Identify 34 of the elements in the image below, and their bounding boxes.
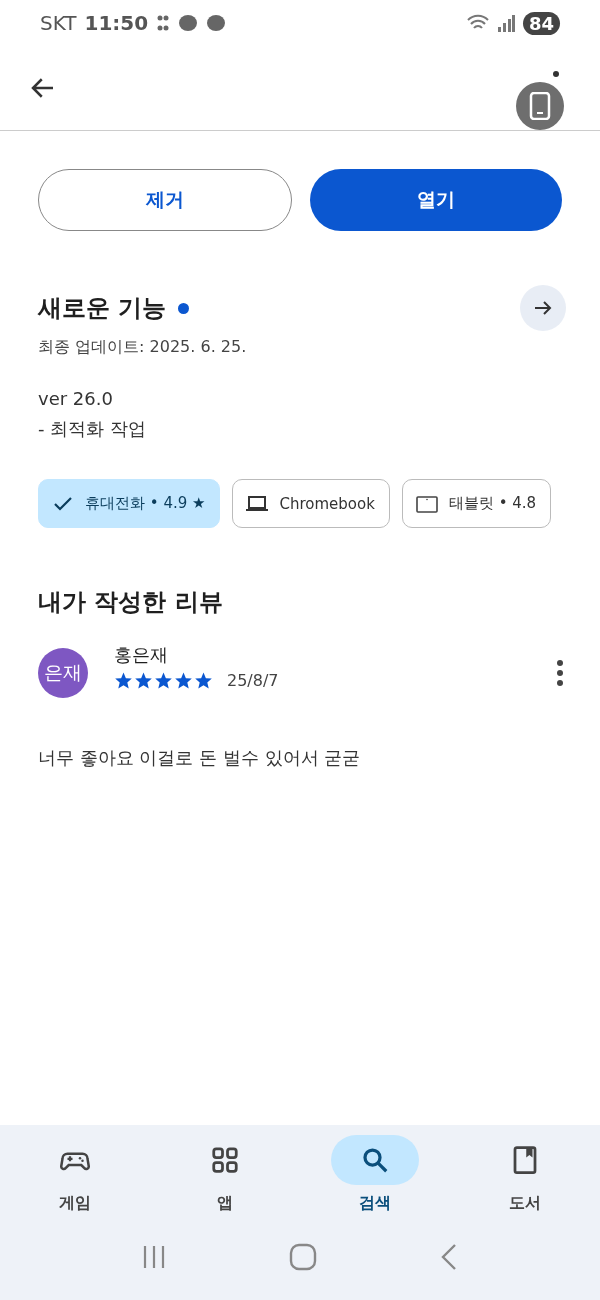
dot-icon[interactable] <box>552 70 560 78</box>
release-note: ver 26.0 <box>38 388 114 409</box>
nav-tab[interactable]: 검색 <box>300 1135 450 1214</box>
avatar: 은재 <box>38 648 88 698</box>
more-options-icon[interactable] <box>556 659 564 687</box>
open-button[interactable]: 열기 <box>310 169 562 231</box>
review-text: 너무 좋아요 이걸로 돈 벌수 있어서 굳굳 <box>37 746 362 770</box>
home-icon[interactable] <box>289 1243 317 1271</box>
dots-icon <box>156 13 171 33</box>
chat-bubble-icon <box>178 14 199 32</box>
release-note: - 최적화 작업 <box>38 417 147 441</box>
section-title: 내가 작성한 리뷰 <box>37 587 224 618</box>
nav-tab[interactable]: 앱 <box>150 1135 300 1214</box>
clock: 11:50 <box>84 11 149 35</box>
apps-grid-icon <box>210 1145 240 1175</box>
chat-bubble-icon <box>206 14 227 32</box>
search-icon <box>360 1145 390 1175</box>
review-date: 25/8/7 <box>227 670 279 690</box>
signal-icon <box>496 13 515 33</box>
device-chip[interactable]: Chromebook <box>232 479 390 528</box>
section-title: 새로운 기능 <box>38 293 167 324</box>
nav-tab[interactable]: 게임 <box>0 1135 150 1214</box>
battery-indicator: 84 <box>522 11 560 35</box>
reviewer-name: 홍은재 <box>114 642 169 667</box>
nav-tab[interactable]: 도서 <box>450 1135 600 1214</box>
floating-button[interactable] <box>516 82 564 130</box>
phone-icon <box>529 92 551 120</box>
recents-icon[interactable] <box>141 1244 167 1270</box>
carrier: SKT <box>40 11 77 35</box>
uninstall-button[interactable]: 제거 <box>38 169 292 231</box>
device-chip[interactable]: 태블릿 • 4.8 <box>401 479 552 528</box>
device-chip[interactable]: 휴대전화 • 4.9 ★ <box>38 479 221 528</box>
update-date: 최종 업데이트: 2025. 6. 25. <box>37 336 248 358</box>
arrow-button[interactable] <box>520 285 566 331</box>
